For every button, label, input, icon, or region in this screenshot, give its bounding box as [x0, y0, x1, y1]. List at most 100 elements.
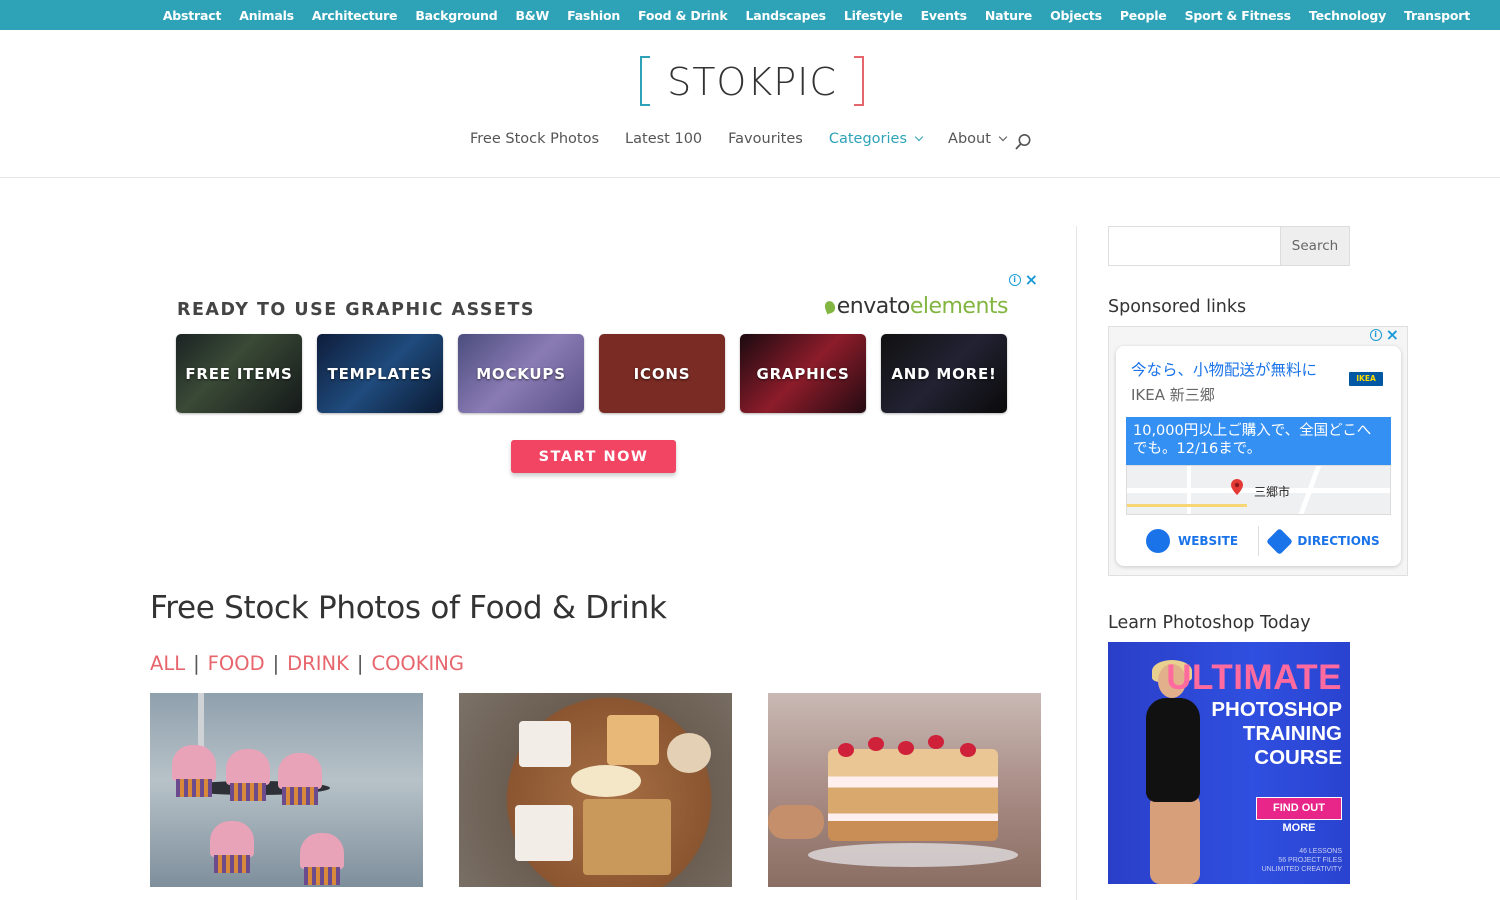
ad-close-icon[interactable]: × [1386, 327, 1399, 343]
main-nav: Free Stock Photos Latest 100 Favourites Cat… [470, 131, 1032, 147]
photo-breakfast[interactable] [459, 693, 732, 887]
cake-stand [808, 843, 1018, 867]
strawberry [960, 743, 976, 757]
nav-item-label: Latest 100 [625, 131, 703, 147]
ikea-map[interactable]: 三郷市 [1126, 465, 1391, 515]
ps-title: ULTIMATE PHOTOSHOP TRAINING COURSE [1166, 658, 1342, 770]
category-link-b-w[interactable]: B&W [515, 8, 549, 23]
ps-fine2: 56 PROJECT FILES [1278, 857, 1342, 864]
category-link-architecture[interactable]: Architecture [312, 8, 398, 23]
strawberry [928, 735, 944, 749]
category-link-background[interactable]: Background [415, 8, 497, 23]
hand [768, 805, 824, 839]
category-link-fashion[interactable]: Fashion [567, 8, 620, 23]
filter-all[interactable]: ALL [150, 652, 185, 675]
start-now-button[interactable]: START NOW [511, 440, 676, 473]
ad-close-icon[interactable]: × [1025, 272, 1038, 288]
category-filters: ALL | FOOD | DRINK | COOKING [150, 652, 464, 675]
logo-bracket-right [854, 56, 864, 106]
figure-legs [1150, 794, 1200, 884]
ad-info-icon[interactable]: i [1008, 274, 1021, 286]
nav-item-latest-100[interactable]: Latest 100 [625, 131, 702, 147]
ikea-headline[interactable]: 今なら、小物配送が無料に [1131, 358, 1317, 380]
category-link-abstract[interactable]: Abstract [163, 8, 222, 23]
find-out-more-button[interactable]: FIND OUT MORE [1256, 797, 1342, 834]
filter-separator: | [272, 652, 280, 675]
envato-leaf-icon [822, 299, 837, 315]
envato-logo-a: envato [836, 294, 911, 319]
website-label: WEBSITE [1177, 534, 1239, 548]
website-button[interactable]: WEBSITE [1126, 529, 1258, 553]
filter-separator: | [356, 652, 364, 675]
ps-line2: PHOTOSHOP [1211, 698, 1342, 721]
category-link-transport[interactable]: Transport [1404, 8, 1470, 23]
search-icon[interactable] [1014, 133, 1032, 151]
directions-icon [1266, 527, 1294, 555]
plate [607, 715, 659, 765]
ikea-advertiser: IKEA 新三郷 [1131, 386, 1215, 404]
category-link-technology[interactable]: Technology [1309, 8, 1386, 23]
photo-cake[interactable] [768, 693, 1041, 887]
directions-button[interactable]: DIRECTIONS [1259, 527, 1391, 555]
filter-drink[interactable]: DRINK [287, 652, 349, 675]
ad-tile-templates[interactable]: TEMPLATES [317, 334, 443, 413]
category-link-objects[interactable]: Objects [1050, 8, 1102, 23]
ad-headline: READY TO USE GRAPHIC ASSETS [177, 300, 536, 320]
category-link-landscapes[interactable]: Landscapes [745, 8, 826, 23]
ps-fine1: 46 LESSONS [1299, 848, 1342, 855]
filter-cooking[interactable]: COOKING [371, 652, 464, 675]
ikea-card[interactable]: 今なら、小物配送が無料に IKEA 新三郷 IKEA 10,000円以上ご購入で… [1116, 346, 1401, 566]
map-pin-icon [1231, 479, 1243, 495]
category-link-food-drink[interactable]: Food & Drink [638, 8, 728, 23]
filter-separator: | [193, 652, 200, 675]
ikea-actions: WEBSITE DIRECTIONS [1126, 524, 1391, 558]
filter-food[interactable]: FOOD [208, 652, 265, 675]
ad-choices[interactable]: i × [1008, 272, 1038, 288]
nav-item-categories[interactable]: Categories [829, 131, 924, 147]
category-link-nature[interactable]: Nature [985, 8, 1032, 23]
nav-item-free-stock-photos[interactable]: Free Stock Photos [470, 131, 599, 147]
category-link-people[interactable]: People [1120, 8, 1167, 23]
cupcake [172, 745, 216, 797]
strawberry [838, 743, 854, 757]
globe-icon [1145, 529, 1170, 553]
ikea-ad[interactable]: i × 今なら、小物配送が無料に IKEA 新三郷 IKEA 10,000円以上… [1108, 326, 1408, 576]
ad-tile-and-more[interactable]: AND MORE! [881, 334, 1007, 413]
chevron-down-icon [998, 132, 1008, 142]
ad-tile-free-items[interactable]: FREE ITEMS [176, 334, 302, 413]
nav-item-label: Favourites [728, 131, 803, 147]
search-input[interactable] [1108, 226, 1280, 266]
ad-choices[interactable]: i × [1369, 327, 1399, 343]
category-link-sport-fitness[interactable]: Sport & Fitness [1185, 8, 1292, 23]
nav-item-label: Free Stock Photos [470, 131, 600, 147]
coffee-cup [667, 733, 711, 773]
page-title: Free Stock Photos of Food & Drink [150, 590, 667, 626]
category-link-animals[interactable]: Animals [239, 8, 294, 23]
ad-tile-mockups[interactable]: MOCKUPS [458, 334, 584, 413]
ad-tile-graphics[interactable]: GRAPHICS [740, 334, 866, 413]
logo-text: STOKPIC [667, 60, 837, 104]
ps-line1: ULTIMATE [1166, 658, 1342, 697]
category-link-lifestyle[interactable]: Lifestyle [844, 8, 903, 23]
map-road [1127, 504, 1247, 507]
photoshop-ad[interactable]: ULTIMATE PHOTOSHOP TRAINING COURSE FIND … [1108, 642, 1350, 884]
learn-heading: Learn Photoshop Today [1108, 613, 1311, 633]
ikea-logo: IKEA [1349, 372, 1383, 386]
ad-info-icon[interactable]: i [1369, 329, 1382, 341]
nav-item-favourites[interactable]: Favourites [728, 131, 803, 147]
envato-logo: envatoelements [822, 294, 1009, 319]
cupcake [278, 753, 322, 805]
site-logo[interactable]: STOKPIC [640, 56, 864, 106]
cupcake [210, 821, 254, 873]
category-bar: Abstract Animals Architecture Background B&W… [0, 0, 1500, 30]
search-button[interactable]: Search [1280, 226, 1350, 266]
category-link-events[interactable]: Events [921, 8, 967, 23]
nav-item-about[interactable]: About [948, 131, 1008, 147]
envato-ad[interactable]: i × READY TO USE GRAPHIC ASSETS envatoel… [160, 268, 1044, 498]
ikea-offer[interactable]: 10,000円以上ご購入で、全国どこへでも。12/16まで。 [1126, 417, 1391, 465]
cupcake [300, 833, 344, 885]
ad-tile-icons[interactable]: ICONS [599, 334, 725, 413]
category-list: Abstract Animals Architecture Background B&W… [145, 0, 1470, 30]
photo-cupcakes[interactable] [150, 693, 423, 887]
strawberry [868, 737, 884, 751]
